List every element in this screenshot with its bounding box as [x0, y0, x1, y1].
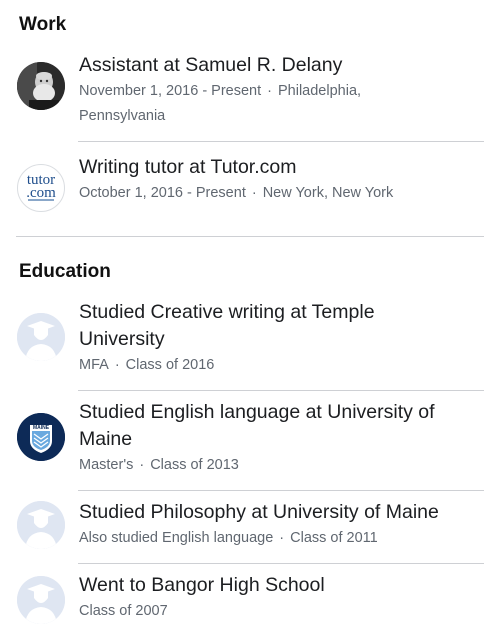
person-photo-icon[interactable] [17, 62, 65, 110]
education-item-maine-english[interactable]: MAINE Studied English language at Univer… [16, 399, 484, 490]
graduate-placeholder-icon[interactable] [17, 313, 65, 361]
item-divider [78, 141, 484, 142]
education-item-maine-philosophy[interactable]: Studied Philosophy at University of Main… [16, 499, 484, 563]
education-title: Studied Philosophy at University of Main… [79, 501, 439, 523]
work-item-delany[interactable]: Assistant at Samuel R. Delany November 1… [16, 52, 484, 141]
work-meta: October 1, 2016 - Present · New York, New … [79, 181, 484, 206]
graduate-placeholder-icon[interactable] [17, 501, 65, 549]
education-meta: Class of 2007 [79, 599, 484, 624]
logo-text: MAINE [32, 425, 50, 431]
education-section: Education Studied Creative writing at Te… [0, 261, 500, 636]
education-class: Class of 2011 [290, 530, 378, 546]
meta-separator: · [279, 530, 285, 546]
work-section: Work Assistant at Samuel R. Delany Novem… [0, 14, 500, 218]
education-item-temple[interactable]: Studied Creative writing at Temple Unive… [16, 299, 484, 390]
work-title: Writing tutor at Tutor.com [79, 156, 297, 178]
meta-separator: · [114, 357, 120, 373]
education-title: Studied English language at University o… [79, 399, 484, 453]
work-location: Philadelphia, [278, 83, 362, 99]
education-title-line: Studied English language at University o… [79, 401, 435, 423]
education-title: Studied Creative writing at Temple Unive… [79, 299, 484, 353]
university-of-maine-logo-icon[interactable]: MAINE [17, 413, 65, 461]
education-degree: MFA [79, 357, 109, 373]
work-title: Assistant at Samuel R. Delany [79, 54, 343, 76]
education-class: Class of 2013 [150, 457, 239, 473]
education-degree: Master's [79, 457, 134, 473]
education-heading: Education [19, 261, 111, 282]
education-title: Went to Bangor High School [79, 574, 325, 596]
work-meta: November 1, 2016 - Present · Philadelphia,… [79, 79, 484, 129]
item-divider [78, 563, 484, 564]
education-class: Class of 2007 [79, 603, 168, 619]
work-date: November 1, 2016 - Present [79, 83, 262, 99]
education-title-line: University [79, 328, 165, 350]
work-location-continued: Pennsylvania [79, 108, 166, 124]
work-heading: Work [19, 14, 67, 35]
education-item-bangor[interactable]: Went to Bangor High School Class of 2007 [16, 572, 484, 636]
education-title-line: Studied Creative writing at Temple [79, 301, 375, 323]
education-detail: Also studied English language [79, 530, 274, 546]
meta-separator: · [251, 185, 257, 201]
meta-separator: · [139, 457, 145, 473]
work-date: October 1, 2016 - Present [79, 185, 246, 201]
education-meta: MFA · Class of 2016 [79, 353, 484, 378]
meta-separator: · [267, 83, 272, 99]
section-divider [16, 236, 484, 237]
graduate-placeholder-icon[interactable] [17, 576, 65, 624]
education-class: Class of 2016 [125, 357, 215, 373]
tutor-com-logo-icon[interactable]: tutor .com [17, 164, 65, 212]
education-meta: Master's · Class of 2013 [79, 453, 484, 478]
education-title-line: Maine [79, 428, 133, 450]
item-divider [78, 490, 484, 491]
education-meta: Also studied English language · Class of 2… [79, 526, 484, 551]
work-item-tutor[interactable]: tutor .com Writing tutor at Tutor.com Oc… [16, 154, 484, 218]
item-divider [78, 390, 484, 391]
work-location: New York, New York [262, 185, 394, 201]
